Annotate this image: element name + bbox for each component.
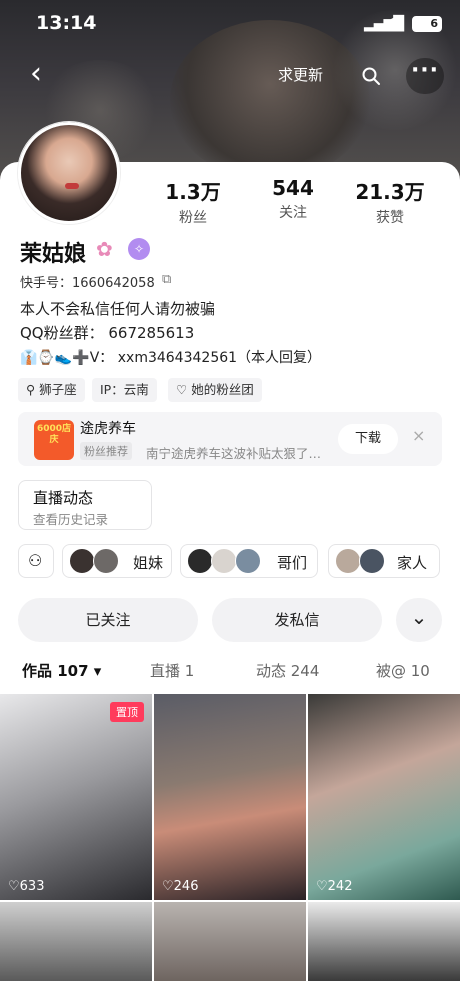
group-family[interactable]: 家人 <box>328 544 440 578</box>
avatar <box>187 548 213 574</box>
tag-ip[interactable]: IP：云南 <box>92 378 157 402</box>
live-history-card[interactable]: 直播动态 查看历史记录 <box>18 480 152 530</box>
profile-name: 茉姑娘 <box>20 242 87 267</box>
battery-icon: 6 <box>412 16 442 32</box>
content-tabs: 作品 107 ▾ 直播 1 动态 244 被@ 10 <box>0 660 460 690</box>
search-icon <box>362 67 380 85</box>
verified-badge-icon[interactable]: ✧ <box>128 238 150 260</box>
post-grid: 置顶 ♡633 ♡246 ♡242 <box>0 694 460 981</box>
live-subtitle: 查看历史记录 <box>33 512 109 527</box>
post-thumbnail[interactable]: ♡242 <box>308 694 460 900</box>
pinned-badge: 置顶 <box>110 702 144 722</box>
tag-fan-club[interactable]: ♡ 她的粉丝团 <box>168 378 262 402</box>
back-button[interactable]: ‹ <box>20 59 52 92</box>
post-thumbnail[interactable] <box>0 902 152 981</box>
search-button[interactable] <box>354 60 388 92</box>
tag-zodiac[interactable]: ⚲ 狮子座 <box>18 378 85 402</box>
flower-icon: ✿ <box>96 237 113 261</box>
request-update-button[interactable]: 求更新 <box>278 64 323 85</box>
ad-title: 途虎养车 <box>80 421 136 437</box>
ad-card[interactable]: 6000店庆 途虎养车 粉丝推荐 南宁途虎养车这波补贴太狠了… 下载 × <box>18 412 442 466</box>
post-thumbnail[interactable] <box>154 902 306 981</box>
close-icon[interactable]: × <box>412 426 425 445</box>
followed-button[interactable]: 已关注 <box>18 598 198 642</box>
post-thumbnail[interactable]: 置顶 ♡633 <box>0 694 152 900</box>
avatar <box>335 548 361 574</box>
message-button[interactable]: 发私信 <box>212 598 382 642</box>
live-title: 直播动态 <box>33 489 94 507</box>
ad-description: 南宁途虎养车这波补贴太狠了… <box>146 446 322 461</box>
ad-download-button[interactable]: 下载 <box>338 424 398 454</box>
top-nav: ‹ 求更新 ··· <box>0 58 460 98</box>
bio-contact: ➕V： xxm3464342561（本人回复） <box>72 350 322 366</box>
avatar <box>93 548 119 574</box>
ad-tag: 粉丝推荐 <box>80 442 132 460</box>
emoji-icons: 👔⌚👟 <box>20 350 73 366</box>
avatar <box>359 548 385 574</box>
avatar[interactable] <box>18 122 120 224</box>
bio-line: 本人不会私信任何人请勿被骗 <box>20 300 216 318</box>
stat-following[interactable]: 544 关注 <box>248 176 338 222</box>
post-thumbnail[interactable]: ♡246 <box>154 694 306 900</box>
avatar <box>69 548 95 574</box>
group-sisters[interactable]: 姐妹 <box>62 544 172 578</box>
like-count: ♡246 <box>162 879 199 894</box>
copy-icon[interactable]: ⧉ <box>162 272 171 287</box>
like-count: ♡633 <box>8 879 45 894</box>
like-count: ♡242 <box>316 879 353 894</box>
fan-club-icon: ♡ <box>176 382 192 397</box>
post-thumbnail[interactable] <box>308 902 460 981</box>
bio-line: QQ粉丝群： 667285613 <box>20 324 195 342</box>
tab-mentions[interactable]: 被@ 10 <box>376 660 430 681</box>
status-bar: 13:14 ▂▄▆█ ◠ 6 <box>0 10 460 40</box>
profile-stats: 1.3万 粉丝 544 关注 21.3万 获赞 <box>140 176 450 226</box>
tab-moments[interactable]: 动态 244 <box>256 660 319 681</box>
avatar <box>211 548 237 574</box>
zodiac-icon: ⚲ <box>26 382 40 397</box>
status-time: 13:14 <box>36 12 97 34</box>
bio-line: 👔⌚👟➕V： xxm3464342561（本人回复） <box>20 347 321 367</box>
stat-fans[interactable]: 1.3万 粉丝 <box>148 176 238 227</box>
group-brothers[interactable]: 哥们 <box>180 544 318 578</box>
wifi-icon: ◠ <box>388 13 402 32</box>
chevron-down-icon[interactable]: ⌄ <box>396 598 442 642</box>
avatar <box>235 548 261 574</box>
tab-live[interactable]: 直播 1 <box>150 660 194 681</box>
ad-logo: 6000店庆 <box>34 420 74 460</box>
add-friend-button[interactable]: ⚇ <box>18 544 54 578</box>
kuaishou-id: 快手号：1660642058 <box>20 276 155 291</box>
more-button[interactable]: ··· <box>406 58 444 94</box>
tab-works[interactable]: 作品 107 ▾ <box>22 660 101 681</box>
stat-likes[interactable]: 21.3万 获赞 <box>345 176 435 227</box>
add-user-icon: ⚇ <box>28 551 43 570</box>
